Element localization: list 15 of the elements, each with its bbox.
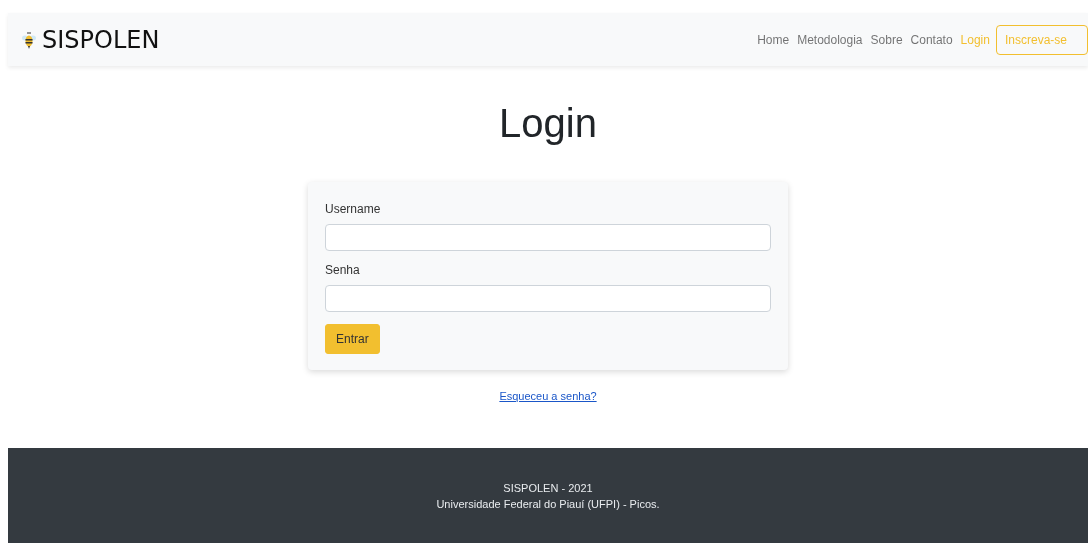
forgot-password-link[interactable]: Esqueceu a senha? xyxy=(499,390,597,402)
footer-text: SISPOLEN - 2021 xyxy=(503,480,593,496)
field-label: Senha xyxy=(325,263,361,277)
nav-link[interactable]: Contato xyxy=(906,32,957,47)
input-field[interactable] xyxy=(325,224,771,251)
brand-name[interactable]: SISPOLEN xyxy=(42,25,160,54)
nav-link[interactable]: Metodologia xyxy=(793,32,867,47)
nav-link[interactable]: Sobre xyxy=(866,32,907,47)
nav-link[interactable]: Home xyxy=(753,32,794,47)
bee-icon xyxy=(22,30,36,49)
submit-button[interactable]: Entrar xyxy=(325,324,380,354)
input-field[interactable] xyxy=(325,285,771,312)
footer-text: Universidade Federal do Piauí (UFPI) - Picos. xyxy=(436,496,660,512)
field-label: Username xyxy=(325,202,382,216)
page-title: Login xyxy=(499,101,597,146)
